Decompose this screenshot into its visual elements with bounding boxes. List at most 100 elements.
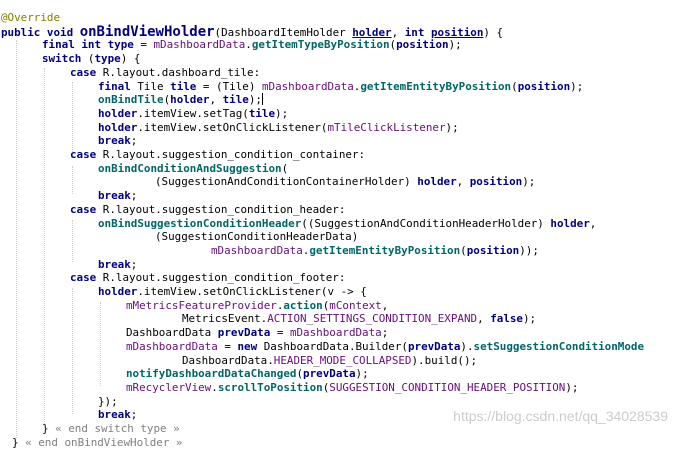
code-token-keyword: final int: [42, 38, 108, 52]
code-line[interactable]: DashboardData.HEADER_MODE_COLLAPSED).bui…: [182, 354, 477, 368]
code-token-default: (SuggestionConditionHeaderData): [155, 230, 359, 244]
code-token-default: R.layout.suggestion_condition_container:: [102, 148, 366, 161]
code-line[interactable]: DashboardData prevData = mDashboardData;: [126, 326, 388, 340]
code-editor[interactable]: @Override public void onBindViewHolder(Da…: [0, 0, 678, 449]
code-token-field: mDashboardData: [289, 326, 382, 340]
code-token-default: }: [42, 422, 56, 435]
code-line[interactable]: mDashboardData.getItemEntityByPosition(p…: [211, 244, 539, 258]
code-token-keyword: false: [490, 312, 523, 326]
code-token-field: mContext: [329, 298, 382, 312]
code-token-local: holder: [417, 175, 457, 189]
code-token-constant: ACTION_SETTINGS_CONDITION_EXPAND: [267, 312, 478, 326]
code-token-local: position: [466, 243, 520, 257]
code-token-method-call: setSuggestionConditionMode: [473, 339, 645, 353]
code-token-keyword: case: [70, 271, 103, 285]
code-line[interactable]: } « end switch type »: [42, 422, 180, 436]
code-token-param-underline: position: [430, 25, 484, 39]
code-token-default: ;: [130, 257, 138, 271]
code-token-local: prevData: [217, 326, 271, 340]
code-line[interactable]: (SuggestionAndConditionContainerHolder) …: [155, 175, 535, 189]
text-cursor: [261, 93, 263, 106]
code-token-method-call: onBindTile: [98, 93, 164, 107]
code-line[interactable]: final Tile tile = (Tile) mDashboardData.…: [98, 80, 583, 94]
code-token-param-underline: holder: [352, 25, 392, 39]
code-token-annotation: @Override: [1, 11, 61, 24]
code-token-keyword: int: [404, 25, 431, 39]
code-line[interactable]: break;: [98, 258, 137, 272]
code-line[interactable]: });: [98, 395, 118, 409]
code-token-field: mDashboardData: [126, 339, 218, 353]
indent-guide: [16, 40, 17, 438]
code-token-default: );: [570, 79, 584, 93]
code-line[interactable]: MetricsEvent.ACTION_SETTINGS_CONDITION_E…: [182, 312, 536, 326]
code-token-method-call: scrollToPosition: [217, 380, 323, 394]
code-line[interactable]: case R.layout.suggestion_condition_heade…: [70, 203, 345, 217]
code-token-field: mTileClickListener: [327, 120, 446, 134]
code-token-local: holder: [170, 93, 210, 107]
code-line[interactable]: @Override: [1, 11, 60, 25]
code-line[interactable]: holder.itemView.setOnClickListener(mTile…: [98, 121, 459, 135]
code-token-default: R.layout.suggestion_condition_footer:: [102, 271, 346, 285]
code-line[interactable]: case R.layout.suggestion_condition_conta…: [70, 148, 365, 162]
code-line[interactable]: case R.layout.dashboard_tile:: [70, 66, 260, 80]
code-token-default: (: [281, 161, 289, 175]
code-token-default: =: [270, 326, 290, 340]
code-line[interactable]: onBindSuggestionConditionHeader((Suggest…: [98, 217, 596, 231]
code-line[interactable]: notifyDashboardDataChanged(prevData);: [126, 367, 369, 381]
code-token-default: ;: [130, 408, 138, 422]
code-line[interactable]: mMetricsFeatureProvider.action(mContext,: [126, 299, 388, 313]
code-line[interactable]: onBindConditionAndSuggestion(: [98, 162, 288, 176]
code-token-method-call: getItemEntityByPosition: [309, 243, 461, 257]
code-token-local: holder: [98, 106, 138, 120]
code-token-field: mRecyclerView: [126, 380, 212, 394]
code-token-default: .itemView.setOnClickListener(: [137, 120, 328, 134]
code-token-default: );: [355, 367, 369, 381]
code-token-default: ;: [130, 134, 138, 148]
code-line[interactable]: (SuggestionConditionHeaderData): [155, 230, 358, 244]
code-token-default: .itemView.setTag(: [137, 106, 249, 120]
code-token-keyword: case: [70, 148, 103, 161]
code-token-comment: « end switch type »: [55, 422, 180, 435]
code-token-method-call: onBindSuggestionConditionHeader: [98, 216, 302, 230]
code-token-local: tile: [222, 93, 249, 107]
code-token-default: MetricsEvent.: [182, 312, 268, 326]
code-token-default: );: [448, 38, 462, 52]
watermark-text: https://blog.csdn.net/qq_34028539: [453, 408, 668, 424]
code-token-default: );: [523, 312, 537, 326]
code-token-default: .itemView.setOnClickListener(v -> {: [137, 285, 367, 298]
code-token-local: tile: [170, 79, 197, 93]
code-line[interactable]: break;: [98, 408, 137, 422]
code-token-default: );: [275, 106, 289, 120]
code-line[interactable]: case R.layout.suggestion_condition_foote…: [70, 271, 345, 285]
code-token-method-call: onBindConditionAndSuggestion: [98, 161, 282, 175]
code-line[interactable]: mDashboardData = new DashboardData.Build…: [126, 340, 644, 354]
code-token-keyword: switch: [42, 52, 88, 66]
code-token-default: ,: [589, 216, 597, 230]
code-token-local: holder: [98, 285, 138, 298]
code-token-method-call: notifyDashboardDataChanged: [126, 367, 297, 381]
indent-guide: [72, 220, 73, 262]
code-token-default: });: [98, 394, 118, 408]
code-token-default: =: [133, 38, 154, 52]
code-token-default: ) {: [120, 52, 141, 66]
code-line[interactable]: mRecyclerView.scrollToPosition(SUGGESTIO…: [126, 381, 578, 395]
code-token-default: =: [217, 339, 238, 353]
code-token-default: ).: [460, 339, 474, 353]
code-token-keyword: break: [98, 408, 131, 422]
code-line[interactable]: holder.itemView.setOnClickListener(v -> …: [98, 285, 367, 299]
code-line[interactable]: final int type = mDashboardData.getItemT…: [42, 38, 462, 52]
code-token-constant: SUGGESTION_CONDITION_HEADER_POSITION: [329, 380, 566, 394]
code-token-keyword: break: [98, 134, 131, 148]
indent-guide: [44, 68, 45, 424]
code-token-local: type: [107, 38, 134, 52]
code-line[interactable]: break;: [98, 134, 137, 148]
indent-guide: [100, 302, 101, 386]
indent-guide: [72, 82, 73, 152]
code-line[interactable]: switch (type) {: [42, 52, 140, 66]
code-line[interactable]: public void onBindViewHolder(DashboardIt…: [1, 25, 503, 39]
code-token-keyword: case: [70, 65, 103, 79]
code-line[interactable]: break;: [98, 189, 137, 203]
code-token-keyword: new: [237, 339, 264, 353]
code-line[interactable]: holder.itemView.setTag(tile);: [98, 107, 288, 121]
code-line[interactable]: onBindTile(holder, tile);: [98, 93, 263, 107]
